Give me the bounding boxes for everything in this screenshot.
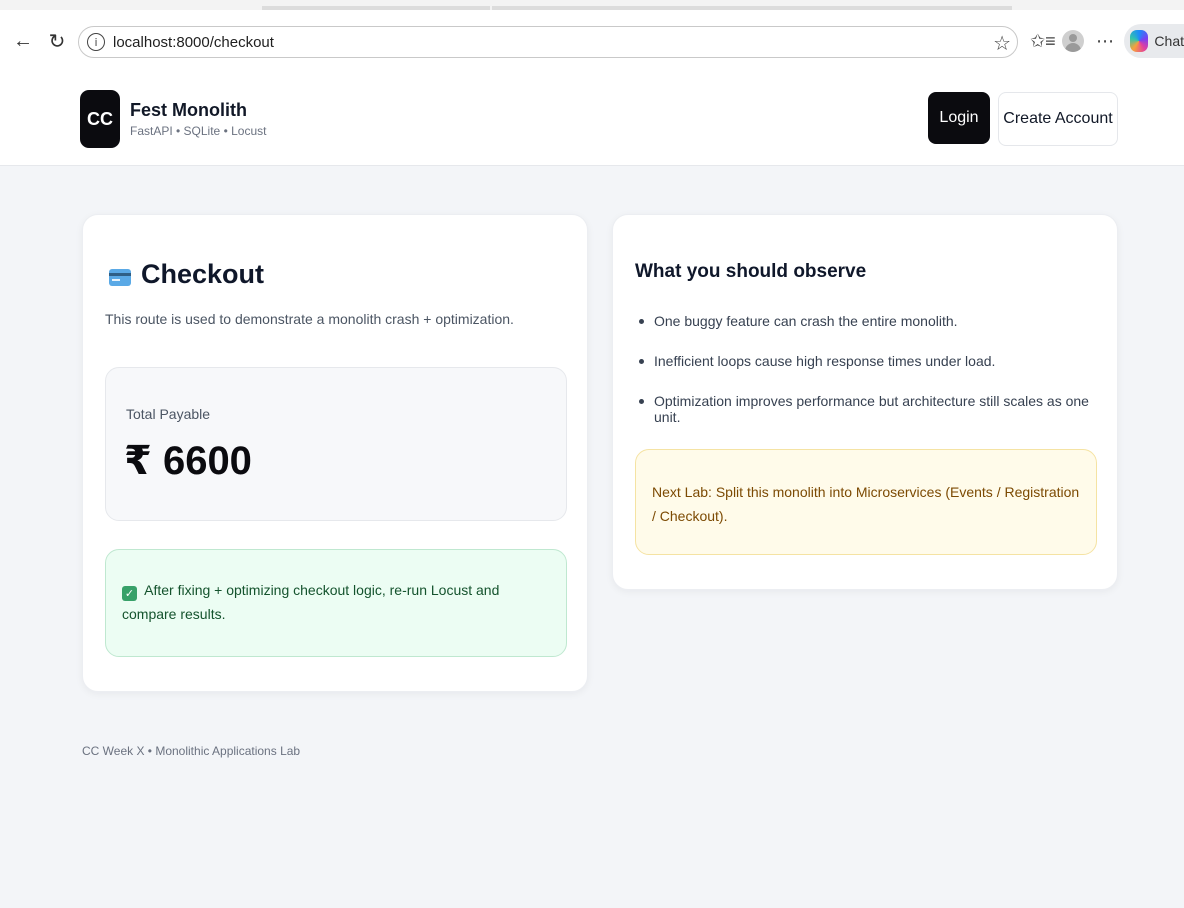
list-item: One buggy feature can crash the entire m…	[639, 313, 1117, 353]
address-bar[interactable]: i localhost:8000/checkout ☆	[78, 26, 1018, 58]
observe-list: One buggy feature can crash the entire m…	[639, 313, 1117, 433]
success-message-text: After fixing + optimizing checkout logic…	[122, 582, 500, 622]
site-info-icon[interactable]: i	[87, 33, 105, 51]
tab-edge[interactable]	[262, 6, 490, 10]
bullet-icon	[639, 359, 644, 364]
list-item-text: Optimization improves performance but ar…	[654, 393, 1089, 425]
login-button[interactable]: Login	[928, 92, 990, 144]
checkout-heading: Checkout	[109, 259, 264, 290]
browser-chrome: ← ↻ i localhost:8000/checkout ☆ ✩≡ ⋯ Cha…	[0, 0, 1184, 72]
checkout-card: Checkout This route is used to demonstra…	[82, 214, 588, 692]
list-item-text: Inefficient loops cause high response ti…	[654, 353, 996, 369]
next-lab-box: Next Lab: Split this monolith into Micro…	[635, 449, 1097, 555]
checkout-description: This route is used to demonstrate a mono…	[105, 311, 514, 327]
profile-avatar-icon[interactable]	[1062, 28, 1084, 54]
url-text[interactable]: localhost:8000/checkout	[113, 34, 274, 51]
total-amount: ₹ 6600	[124, 439, 252, 483]
more-menu-icon[interactable]: ⋯	[1096, 28, 1114, 54]
favorite-star-icon[interactable]: ☆	[993, 31, 1011, 56]
tab-strip	[0, 0, 1184, 10]
total-payable-box: Total Payable ₹ 6600	[105, 367, 567, 521]
success-message-box: ✓ After fixing + optimizing checkout log…	[105, 549, 567, 657]
favorites-list-icon[interactable]: ✩≡	[1030, 28, 1056, 54]
page-title: Checkout	[141, 259, 265, 289]
copilot-icon	[1130, 30, 1149, 52]
list-item: Inefficient loops cause high response ti…	[639, 353, 1117, 393]
brand-logo[interactable]: CC	[80, 90, 120, 148]
check-icon: ✓	[122, 586, 137, 601]
back-arrow-icon[interactable]: ←	[10, 28, 36, 54]
observe-card: What you should observe One buggy featur…	[612, 214, 1118, 590]
chat-label: Chat	[1154, 33, 1184, 49]
app-header: CC Fest Monolith FastAPI • SQLite • Locu…	[0, 72, 1184, 166]
brand-subtitle: FastAPI • SQLite • Locust	[130, 124, 267, 138]
credit-card-icon	[109, 269, 131, 286]
next-lab-text: Next Lab: Split this monolith into Micro…	[652, 484, 1080, 524]
footer-text: CC Week X • Monolithic Applications Lab	[82, 744, 301, 758]
brand-title: Fest Monolith	[130, 100, 247, 120]
bullet-icon	[639, 319, 644, 324]
tab-edge[interactable]	[492, 6, 1012, 10]
list-item: Optimization improves performance but ar…	[639, 393, 1117, 433]
create-account-button[interactable]: Create Account	[998, 92, 1118, 146]
main-content: Checkout This route is used to demonstra…	[0, 166, 1184, 908]
success-message: ✓ After fixing + optimizing checkout log…	[122, 578, 550, 626]
browser-toolbar: ← ↻ i localhost:8000/checkout ☆ ✩≡ ⋯ Cha…	[0, 14, 1184, 70]
reload-icon[interactable]: ↻	[44, 28, 70, 54]
copilot-chat-button[interactable]: Chat	[1124, 24, 1184, 58]
bullet-icon	[639, 399, 644, 404]
observe-heading: What you should observe	[635, 261, 867, 282]
total-label: Total Payable	[126, 406, 211, 422]
list-item-text: One buggy feature can crash the entire m…	[654, 313, 958, 329]
